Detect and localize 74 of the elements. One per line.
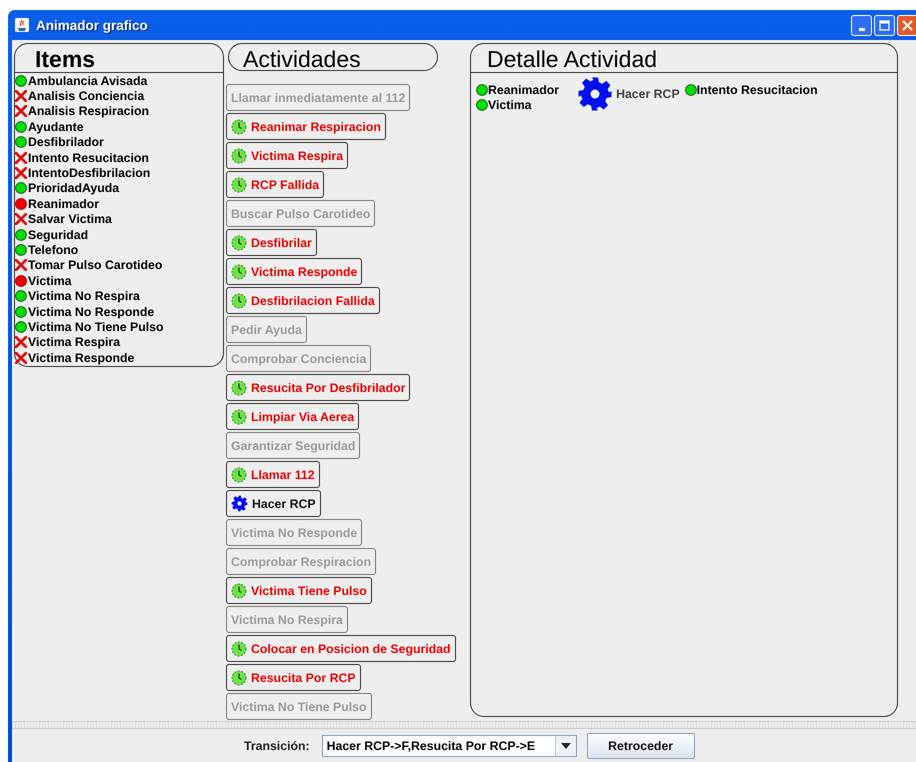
panel-title: Actividades: [243, 46, 361, 72]
clock-icon: [231, 466, 247, 482]
clock-icon: [231, 582, 247, 598]
clock-icon: [231, 264, 247, 280]
item-label: Reanimador: [488, 82, 560, 96]
minimize-button[interactable]: [851, 14, 872, 36]
item-label: Victima No Respira: [28, 289, 140, 304]
item-label: Seguridad: [28, 228, 88, 242]
item-label: Ambulancia Avisada: [28, 74, 148, 88]
activity-button[interactable]: Garantizar Seguridad: [226, 432, 360, 459]
item-label: Analisis Conciencia: [28, 89, 144, 104]
window-title: Animador grafico: [36, 18, 148, 32]
activity-button[interactable]: Hacer RCP: [226, 490, 321, 517]
panel-title: Detalle Actividad: [487, 46, 658, 72]
item-label: Analisis Respiracion: [28, 104, 149, 118]
item-label: Ayudante: [28, 120, 84, 134]
clock-icon: [231, 176, 247, 192]
item-label: Reanimador: [28, 196, 100, 211]
transition-label: Transición:: [244, 738, 310, 752]
item-label: Desfibrilador: [28, 135, 104, 150]
clock-icon: [231, 234, 247, 250]
activity-button[interactable]: Victima No Respira: [226, 606, 348, 633]
clock-icon: [231, 118, 247, 134]
transition-dropdown[interactable]: Hacer RCP->F,Resucita Por RCP->E: [322, 734, 577, 756]
item-label: Victima: [488, 98, 532, 112]
clock-icon: [231, 408, 247, 424]
item-label: Intento Resucitacion: [696, 82, 818, 96]
maximize-button[interactable]: [874, 14, 895, 36]
gear-icon: [231, 495, 248, 512]
clock-icon: [231, 670, 247, 686]
java-icon: [14, 17, 30, 33]
activity-button[interactable]: Victima Tiene Pulso: [226, 577, 372, 604]
item-label: Telefono: [28, 242, 78, 257]
item-label: Victima No Tiene Pulso: [28, 320, 164, 334]
activity-name: Hacer RCP: [616, 87, 680, 101]
activity-button[interactable]: Victima Responde: [226, 258, 362, 285]
gear-icon: [577, 76, 614, 112]
close-icon: [902, 20, 913, 30]
item-label: Victima Responde: [28, 350, 134, 365]
activity-button[interactable]: Victima Respira: [226, 142, 348, 169]
caret-icon: [560, 742, 571, 748]
activity-button[interactable]: Reanimar Respiracion: [226, 113, 386, 140]
activity-button[interactable]: Resucita Por RCP: [226, 664, 361, 691]
activity-button[interactable]: Limpiar Via Aerea: [226, 403, 360, 430]
activity-button[interactable]: Pedir Ayuda: [226, 316, 307, 343]
item-label: IntentoDesfibrilacion: [28, 166, 150, 180]
activity-button[interactable]: Desfibrilar: [226, 229, 317, 256]
item-label: Victima: [28, 274, 72, 288]
close-button[interactable]: [897, 14, 916, 36]
activity-button[interactable]: Desfibrilacion Fallida: [226, 287, 380, 314]
item-label: Tomar Pulso Carotideo: [28, 258, 162, 272]
activity-button[interactable]: Buscar Pulso Carotideo: [226, 200, 376, 227]
back-button[interactable]: Retroceder: [586, 732, 695, 758]
clock-icon: [231, 292, 247, 308]
activity-button[interactable]: Comprobar Respiracion: [226, 548, 376, 575]
activity-button[interactable]: Resucita Por Desfibrilador: [226, 374, 410, 401]
item-label: Victima Respira: [28, 335, 120, 350]
activity-button[interactable]: RCP Fallida: [226, 171, 324, 198]
clock-icon: [231, 640, 247, 656]
item-label: Intento Resucitacion: [28, 150, 149, 165]
item-label: Victima No Responde: [28, 304, 154, 319]
activity-button[interactable]: Victima No Tiene Pulso: [226, 693, 372, 720]
item-label: PrioridadAyuda: [28, 181, 120, 196]
activity-button[interactable]: Llamar 112: [226, 461, 320, 488]
activity-button[interactable]: Colocar en Posicion de Seguridad: [226, 635, 456, 662]
panel-title: Items: [35, 46, 96, 72]
activity-button[interactable]: Llamar inmediatamente al 112: [226, 84, 410, 111]
item-label: Salvar Victima: [28, 212, 112, 226]
minimize-icon: [858, 28, 864, 30]
activity-button[interactable]: Comprobar Conciencia: [226, 345, 372, 372]
clock-icon: [231, 148, 247, 164]
activity-button[interactable]: Victima No Responde: [226, 519, 362, 546]
clock-icon: [231, 380, 247, 396]
maximize-icon: [879, 20, 890, 30]
